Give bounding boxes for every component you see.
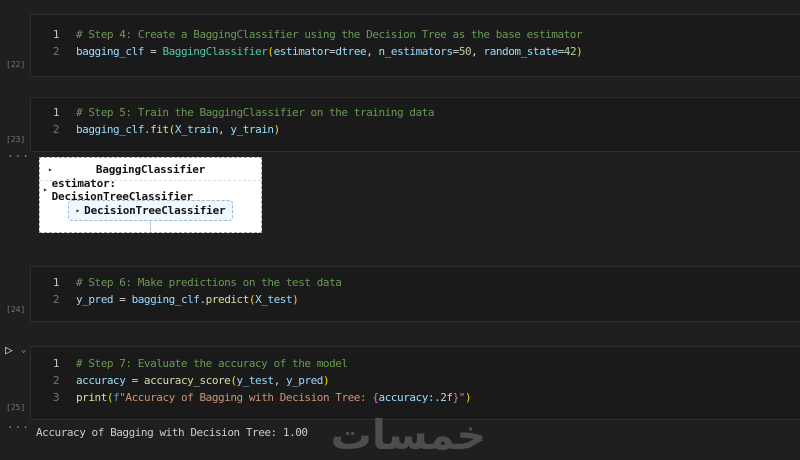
code-token: y_pred (285, 374, 323, 387)
execution-count: [22] (6, 60, 26, 69)
code-token: , (366, 45, 379, 58)
code-cell-22[interactable]: 1 # Step 4: Create a BaggingClassifier us… (6, 14, 800, 77)
code-token: random_state (483, 45, 559, 58)
code-line[interactable]: 2 bagging_clf.fit(X_train, y_train) (31, 121, 800, 138)
code-token: bagging_clf (131, 293, 200, 306)
code-token: accuracy:.2f (378, 391, 454, 404)
khamsat-watermark: خمسات (330, 411, 486, 459)
code-token: X_train (174, 123, 219, 136)
expand-caret-icon[interactable]: ▸ (43, 185, 48, 194)
code-token: , (471, 45, 484, 58)
cell-output-text: Accuracy of Bagging with Decision Tree: … (36, 426, 308, 439)
code-token: = (143, 45, 163, 58)
code-text: # Step 7: Evaluate the accuracy of the m… (76, 355, 348, 372)
code-token: = (125, 374, 144, 387)
code-token: = (113, 293, 132, 306)
line-number: 2 (52, 293, 60, 306)
code-text: # Step 5: Train the BaggingClassifier on… (76, 104, 434, 121)
nested-estimator-area: ▸ DecisionTreeClassifier (40, 198, 261, 231)
code-cell-24[interactable]: 1 # Step 6: Make predictions on the test … (6, 266, 800, 322)
code-token: print (76, 391, 107, 404)
code-line[interactable]: 1 # Step 5: Train the BaggingClassifier o… (31, 104, 800, 121)
code-cell-23[interactable]: 1 # Step 5: Train the BaggingClassifier o… (6, 97, 800, 152)
code-token: ) (322, 374, 330, 387)
estimator-param-row[interactable]: ▸ estimator: DecisionTreeClassifier (40, 177, 261, 203)
expand-caret-icon[interactable]: ▸ (48, 165, 53, 174)
output-collapse-toggle[interactable]: ··· (7, 150, 30, 163)
nested-estimator-toggle[interactable]: ▸ DecisionTreeClassifier (67, 200, 234, 221)
code-token: dtree (335, 45, 367, 58)
code-text: bagging_clf.fit(X_train, y_train) (76, 121, 280, 138)
code-text: accuracy = accuracy_score(y_test, y_pred… (76, 372, 330, 389)
code-token: y_train (230, 123, 274, 136)
code-line[interactable]: 2 y_pred = bagging_clf.predict(X_test) (31, 291, 800, 308)
code-token: n_estimators (378, 45, 454, 58)
code-text: print(f"Accuracy of Bagging with Decisio… (76, 389, 472, 406)
line-number: 1 (52, 106, 60, 119)
code-token: , (273, 374, 286, 387)
code-line[interactable]: 1 # Step 7: Evaluate the accuracy of the … (31, 355, 800, 372)
execution-count: [23] (6, 135, 26, 144)
execution-count: [24] (6, 305, 26, 314)
code-token: "Accuracy of Bagging with Decision Tree: (119, 391, 373, 404)
code-token: accuracy (76, 374, 126, 387)
code-token: ) (464, 391, 472, 404)
code-token: accuracy_score (143, 374, 231, 387)
code-token: ) (273, 123, 281, 136)
output-collapse-toggle[interactable]: ··· (7, 421, 30, 434)
code-line[interactable]: 2 bagging_clf = BaggingClassifier(estimat… (31, 43, 800, 60)
code-token: ) (576, 45, 583, 58)
code-token: X_test (255, 293, 293, 306)
line-number: 3 (52, 391, 60, 404)
nested-estimator-label: DecisionTreeClassifier (84, 204, 226, 217)
estimator-title: BaggingClassifier (95, 162, 206, 176)
code-token: fit (150, 123, 169, 136)
code-token: # Step 4: Create a BaggingClassifier usi… (76, 28, 583, 41)
code-token: y_test (236, 374, 274, 387)
code-token: BaggingClassifier (162, 45, 268, 58)
line-number: 1 (52, 28, 60, 41)
estimator-title-row[interactable]: ▸ BaggingClassifier (40, 158, 261, 181)
code-token: # Step 6: Make predictions on the test d… (76, 276, 342, 289)
code-text: bagging_clf = BaggingClassifier(estimato… (76, 43, 583, 60)
chevron-down-icon[interactable]: ⌄ (21, 345, 26, 355)
code-token: estimator (273, 45, 330, 58)
line-number: 2 (52, 123, 60, 136)
line-number: 2 (52, 374, 60, 387)
code-line[interactable]: 3 print(f"Accuracy of Bagging with Decisi… (31, 389, 800, 406)
code-line[interactable]: 1 # Step 6: Make predictions on the test … (31, 274, 800, 291)
sklearn-estimator-widget: ▸ BaggingClassifier ▸ estimator: Decisio… (39, 157, 262, 233)
code-token: 50 (458, 45, 472, 58)
code-token: predict (205, 293, 250, 306)
code-token: 42 (563, 45, 577, 58)
code-token: bagging_clf (76, 45, 144, 58)
code-token: ) (292, 293, 299, 306)
code-token: # Step 5: Train the BaggingClassifier on… (76, 106, 435, 119)
code-text: # Step 6: Make predictions on the test d… (76, 274, 342, 291)
code-token: y_pred (76, 293, 114, 306)
code-token: , (218, 123, 231, 136)
line-number: 1 (52, 276, 60, 289)
run-cell-button[interactable]: ▷ (5, 344, 13, 358)
code-line[interactable]: 1 # Step 4: Create a BaggingClassifier us… (31, 26, 800, 43)
code-line[interactable]: 2 accuracy = accuracy_score(y_test, y_pre… (31, 372, 800, 389)
execution-count: [25] (6, 403, 26, 412)
code-text: # Step 4: Create a BaggingClassifier usi… (76, 26, 583, 43)
code-cell-25[interactable]: 1 # Step 7: Evaluate the accuracy of the … (6, 346, 800, 420)
code-text: y_pred = bagging_clf.predict(X_test) (76, 291, 299, 308)
expand-caret-icon[interactable]: ▸ (76, 206, 81, 215)
code-token: # Step 7: Evaluate the accuracy of the m… (76, 357, 348, 370)
tree-connector-line (150, 221, 151, 231)
line-number: 2 (52, 45, 60, 58)
code-token: bagging_clf (76, 123, 144, 136)
line-number: 1 (52, 357, 60, 370)
